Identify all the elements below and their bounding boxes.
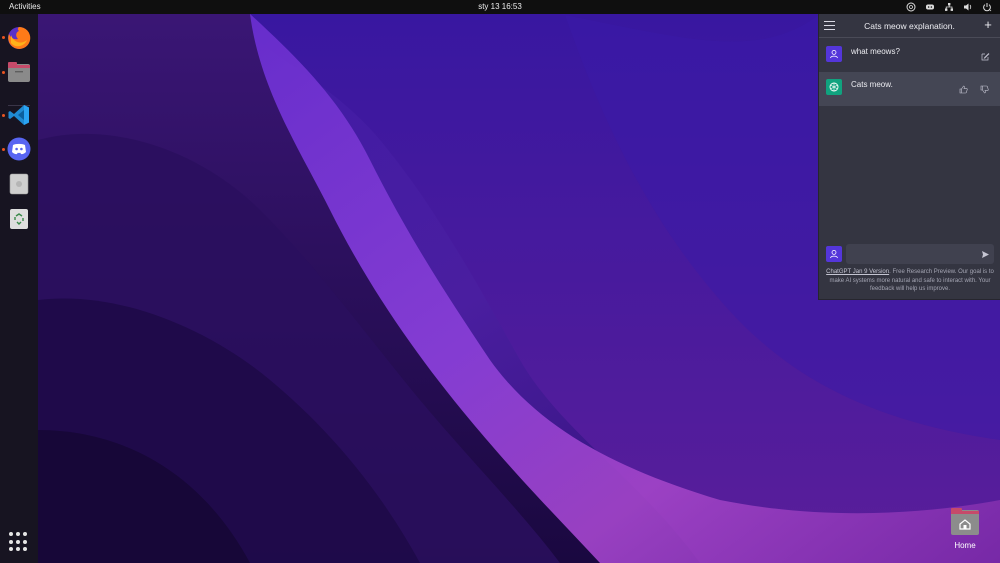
volume-icon[interactable] bbox=[963, 2, 973, 12]
thumbs-up-icon[interactable] bbox=[958, 84, 968, 94]
system-tray bbox=[906, 2, 992, 12]
user-message: what meows? bbox=[819, 39, 1000, 73]
files-icon[interactable] bbox=[7, 60, 31, 84]
hamburger-menu-icon[interactable] bbox=[824, 20, 836, 31]
user-message-text: what meows? bbox=[851, 47, 900, 56]
chat-title: Cats meow explanation. bbox=[864, 21, 955, 31]
activities-button[interactable]: Activities bbox=[9, 2, 41, 11]
chat-footer: ChatGPT Jan 9 Version. Free Research Pre… bbox=[824, 268, 996, 294]
disk-image-icon[interactable] bbox=[7, 172, 31, 196]
chatgpt-avatar-icon bbox=[826, 79, 842, 95]
clock[interactable]: sty 13 16:53 bbox=[478, 2, 522, 11]
firefox-icon[interactable] bbox=[7, 26, 31, 50]
chat-header: Cats meow explanation. + bbox=[819, 14, 1000, 38]
user-avatar-icon bbox=[826, 46, 842, 62]
home-folder-desktop-icon[interactable]: Home bbox=[944, 505, 986, 551]
version-link[interactable]: ChatGPT Jan 9 Version bbox=[826, 269, 889, 275]
running-indicator bbox=[2, 71, 5, 74]
prompt-row bbox=[819, 243, 1000, 265]
running-indicator bbox=[2, 36, 5, 39]
prompt-input[interactable] bbox=[846, 244, 994, 264]
home-label: Home bbox=[954, 541, 976, 550]
assistant-message: Cats meow. bbox=[819, 72, 1000, 106]
network-icon[interactable] bbox=[944, 2, 954, 12]
thumbs-down-icon[interactable] bbox=[979, 84, 989, 94]
top-bar: Activities sty 13 16:53 bbox=[0, 0, 1000, 14]
vscode-icon[interactable] bbox=[7, 103, 31, 127]
user-avatar-icon bbox=[826, 246, 842, 262]
chatgpt-panel: Cats meow explanation. + what meows? Cat… bbox=[818, 14, 1000, 300]
new-chat-plus-icon[interactable]: + bbox=[982, 18, 994, 32]
running-indicator bbox=[2, 148, 5, 151]
running-indicator bbox=[2, 114, 5, 117]
show-applications-icon[interactable] bbox=[9, 532, 29, 552]
trash-icon[interactable] bbox=[7, 207, 31, 231]
edit-icon[interactable] bbox=[980, 51, 990, 61]
assistant-message-text: Cats meow. bbox=[851, 80, 893, 89]
dock bbox=[0, 14, 38, 563]
home-folder-icon bbox=[951, 508, 979, 535]
power-icon[interactable] bbox=[982, 2, 992, 12]
send-icon[interactable] bbox=[980, 249, 990, 259]
discord-app-icon[interactable] bbox=[7, 137, 31, 161]
discord-icon[interactable] bbox=[925, 2, 935, 12]
chatgpt-icon[interactable] bbox=[906, 2, 916, 12]
